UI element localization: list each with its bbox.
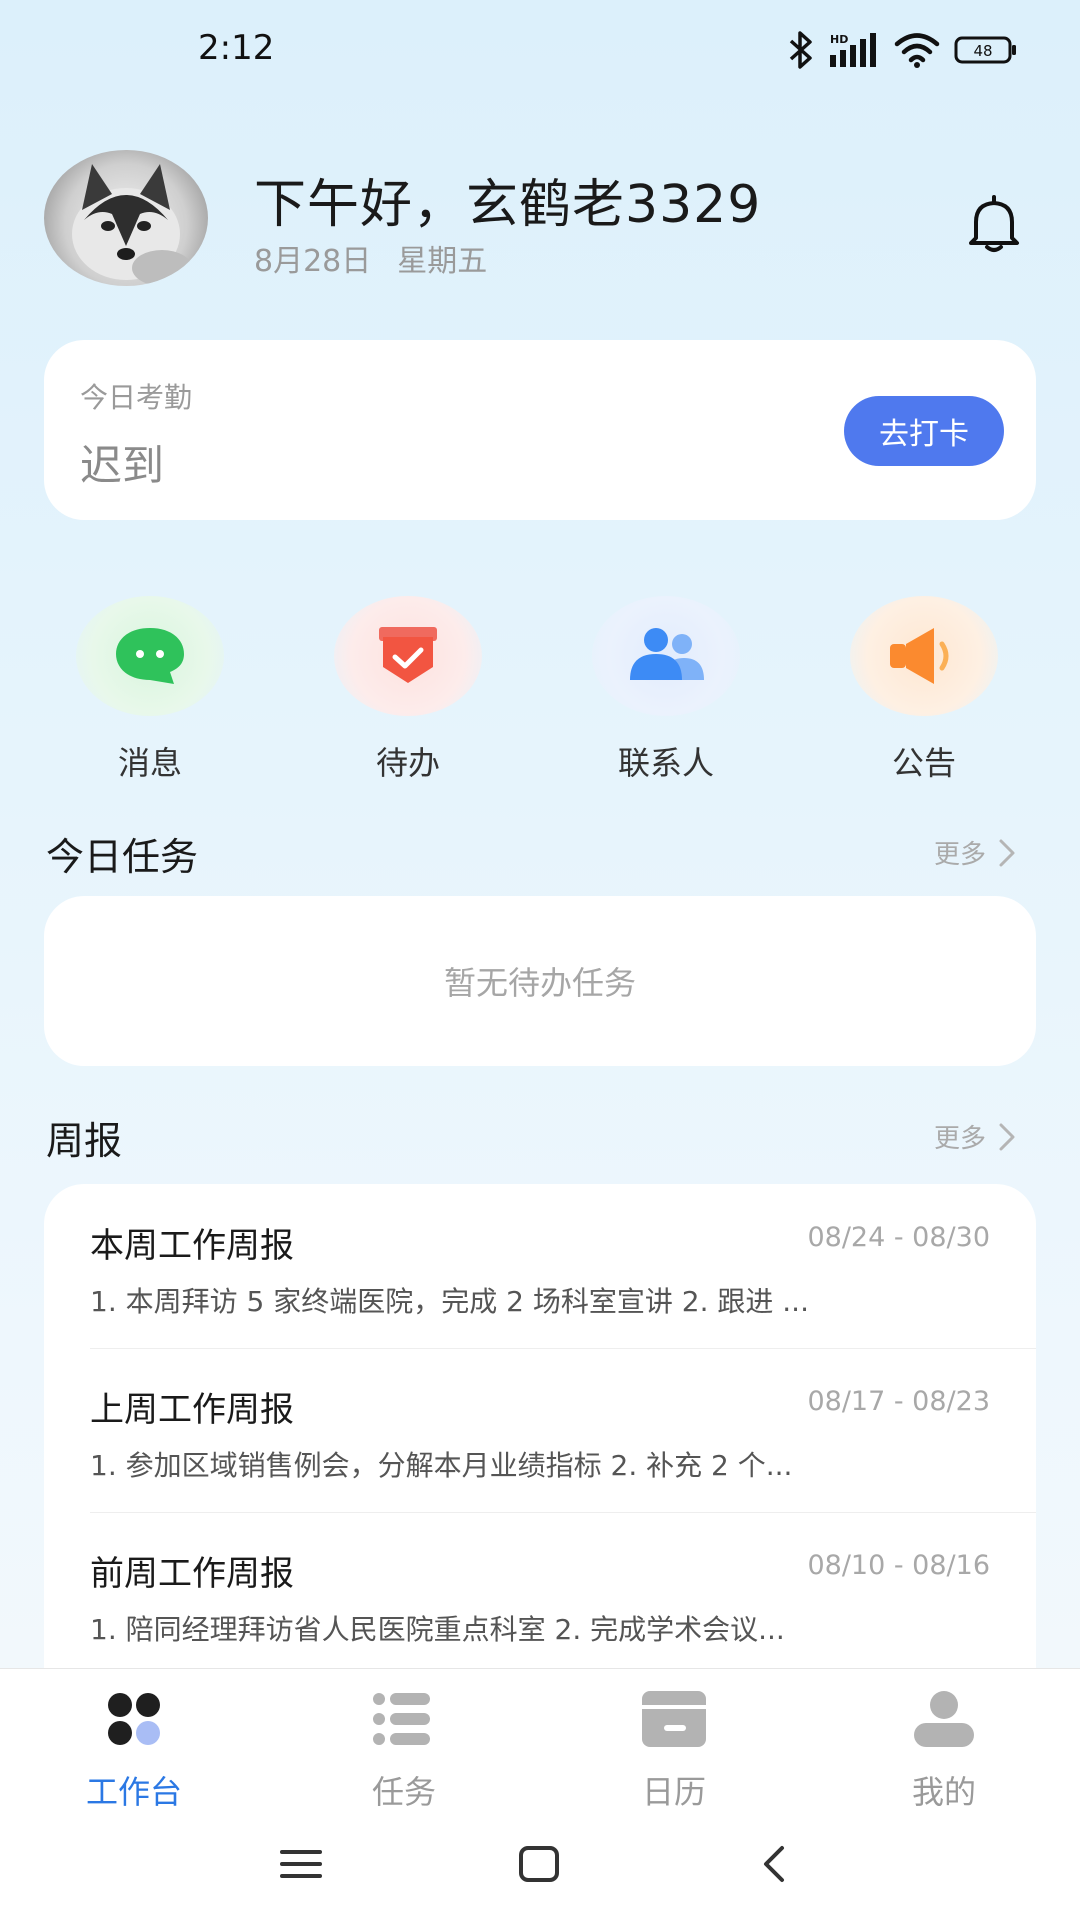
husky-avatar-image: [72, 164, 192, 286]
bluetooth-icon: [789, 31, 812, 69]
report-summary: 1. 参加区域销售例会，分解本月业绩指标 2. 补充 2 个...: [90, 1449, 793, 1482]
home-icon[interactable]: [516, 1844, 562, 1884]
svg-text:HD: HD: [830, 33, 848, 46]
report-summary: 1. 陪同经理拜访省人民医院重点科室 2. 完成学术会议...: [90, 1613, 785, 1646]
chevron-right-icon: [999, 1123, 1015, 1150]
system-nav-bar: [0, 1810, 1080, 1920]
tasks-more-label: 更多: [933, 840, 986, 870]
contacts-icon: [592, 596, 740, 716]
chat-bubble-icon: [76, 596, 224, 716]
attendance-card: 今日考勤 迟到 去打卡: [44, 340, 1036, 520]
battery-level: 48: [973, 42, 992, 60]
tasks-card: 暂无待办任务: [44, 896, 1036, 1066]
tab-label: 任务: [371, 1773, 436, 1811]
weekly-report-item[interactable]: 前周工作周报 08/10 - 08/16 1. 陪同经理拜访省人民医院重点科室 …: [90, 1512, 990, 1668]
report-title: 前周工作周报: [90, 1554, 294, 1594]
attendance-label: 今日考勤: [80, 381, 193, 414]
menu-icon[interactable]: [278, 1844, 324, 1884]
tasks-more-link[interactable]: 更多: [934, 834, 1016, 871]
status-time: 2:12: [198, 28, 275, 68]
weekly-report-item[interactable]: 上周工作周报 08/17 - 08/23 1. 参加区域销售例会，分解本月业绩指…: [90, 1348, 990, 1512]
date-line: 8月28日 星期五: [254, 236, 487, 280]
weekday-text: 星期五: [397, 244, 488, 279]
weekly-more-label: 更多: [933, 1124, 986, 1154]
greeting-title: 下午好，玄鹤老3329: [254, 175, 762, 235]
profile-icon: [914, 1691, 974, 1747]
avatar[interactable]: [44, 150, 208, 286]
chevron-right-icon: [999, 839, 1015, 866]
signal-icon: HD: [830, 33, 876, 67]
quick-action-todo[interactable]: 待办: [328, 596, 488, 782]
todo-check-icon: [334, 596, 482, 716]
tab-tasks[interactable]: 任务: [334, 1689, 474, 1813]
wifi-icon: [894, 33, 940, 68]
battery-icon: 48: [954, 36, 1016, 64]
tab-label: 我的: [911, 1773, 976, 1811]
tab-label: 日历: [641, 1773, 706, 1811]
report-title: 上周工作周报: [90, 1390, 294, 1430]
date-text: 8月28日: [254, 244, 372, 279]
quick-action-contacts[interactable]: 联系人: [586, 596, 746, 782]
weekly-report-item[interactable]: 本周工作周报 08/24 - 08/30 1. 本周拜访 5 家终端医院，完成 …: [90, 1184, 990, 1348]
status-bar: 2:12 HD 48: [0, 0, 1080, 100]
workbench-icon: [108, 1693, 160, 1745]
megaphone-icon: [850, 596, 998, 716]
report-date-range: 08/24 - 08/30: [807, 1222, 990, 1253]
weekly-section-title: 周报: [46, 1119, 123, 1163]
report-title: 本周工作周报: [90, 1226, 294, 1266]
clock-in-button[interactable]: 去打卡: [844, 396, 1004, 466]
tasks-section-title: 今日任务: [46, 835, 199, 879]
back-icon[interactable]: [756, 1844, 792, 1884]
quick-action-label: 联系人: [617, 744, 714, 782]
attendance-status: 迟到: [80, 441, 165, 490]
quick-action-label: 消息: [117, 744, 182, 782]
weekly-report-list: 本周工作周报 08/24 - 08/30 1. 本周拜访 5 家终端医院，完成 …: [44, 1184, 1036, 1668]
report-date-range: 08/17 - 08/23: [807, 1386, 990, 1417]
quick-action-label: 公告: [891, 744, 956, 782]
report-date-range: 08/10 - 08/16: [807, 1550, 990, 1581]
bell-icon[interactable]: [966, 194, 1022, 254]
bottom-tab-bar: 工作台 任务 日历 我的: [0, 1668, 1080, 1813]
weekly-more-link[interactable]: 更多: [934, 1118, 1016, 1155]
quick-action-label: 待办: [375, 744, 440, 782]
report-summary: 1. 本周拜访 5 家终端医院，完成 2 场科室宣讲 2. 跟进 ...: [90, 1285, 809, 1318]
tab-label: 工作台: [85, 1773, 182, 1811]
quick-action-announcements[interactable]: 公告: [844, 596, 1004, 782]
list-icon: [373, 1693, 430, 1745]
quick-action-messages[interactable]: 消息: [70, 596, 230, 782]
calendar-icon: [642, 1691, 706, 1747]
tasks-empty-text: 暂无待办任务: [443, 964, 636, 1002]
tab-workbench[interactable]: 工作台: [64, 1689, 204, 1813]
tab-calendar[interactable]: 日历: [604, 1689, 744, 1813]
status-icons: HD 48: [788, 28, 1018, 72]
tab-profile[interactable]: 我的: [874, 1689, 1014, 1813]
